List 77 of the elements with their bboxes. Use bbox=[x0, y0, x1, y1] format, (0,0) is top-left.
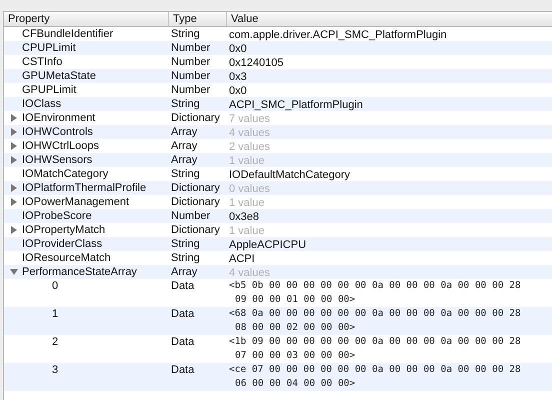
value-text: IODefaultMatchCategory bbox=[229, 169, 350, 181]
property-name: IOHWControls bbox=[22, 124, 93, 140]
triangle-right-icon[interactable] bbox=[10, 184, 18, 192]
value-summary: 2 values bbox=[229, 141, 270, 153]
value-summary: 4 values bbox=[229, 127, 270, 139]
column-header[interactable]: Value bbox=[227, 12, 552, 26]
property-name: IOMatchCategory bbox=[22, 166, 108, 182]
type-label: Number bbox=[171, 54, 210, 70]
property-name: IOHWSensors bbox=[22, 152, 92, 168]
type-label: String bbox=[171, 236, 200, 252]
property-name: IOProbeScore bbox=[22, 208, 92, 224]
data-value: <ce 07 00 00 00 00 00 00 0a 00 00 00 0a 00 00 00 28 06 00 00 04 00 00 00> bbox=[229, 363, 522, 391]
type-label: String bbox=[171, 250, 200, 266]
property-name: IOPlatformThermalProfile bbox=[22, 180, 146, 196]
value-text: 0x0 bbox=[229, 43, 247, 55]
value-summary: 4 values bbox=[229, 267, 270, 279]
type-label: Data bbox=[171, 334, 194, 350]
type-label: String bbox=[171, 96, 200, 112]
triangle-right-icon[interactable] bbox=[10, 226, 18, 234]
triangle-down-icon[interactable] bbox=[10, 268, 18, 276]
type-label: Data bbox=[171, 362, 194, 378]
column-header[interactable]: Type bbox=[169, 12, 227, 26]
type-label: Number bbox=[171, 40, 210, 56]
type-label: Array bbox=[171, 152, 198, 168]
property-name: 3 bbox=[51, 362, 58, 378]
type-label: Array bbox=[171, 124, 198, 140]
value-text: ACPI_SMC_PlatformPlugin bbox=[229, 99, 363, 111]
triangle-right-icon[interactable] bbox=[10, 114, 18, 122]
property-name: 1 bbox=[51, 306, 58, 322]
value-summary: 1 value bbox=[229, 197, 264, 209]
triangle-right-icon[interactable] bbox=[10, 198, 18, 206]
type-label: Array bbox=[171, 138, 198, 154]
value-text: 0x0 bbox=[229, 85, 247, 97]
data-value: <1b 09 00 00 00 00 00 00 0a 00 00 00 0a 00 00 00 28 07 00 00 03 00 00 00> bbox=[229, 335, 522, 363]
type-label: Dictionary bbox=[171, 180, 220, 196]
value-summary: 0 values bbox=[229, 183, 270, 195]
property-name: IOEnvironment bbox=[22, 110, 96, 126]
property-name: CSTInfo bbox=[22, 54, 62, 70]
property-name: 2 bbox=[51, 334, 58, 350]
type-label: Number bbox=[171, 82, 210, 98]
property-name: IOResourceMatch bbox=[22, 250, 111, 266]
type-label: Array bbox=[171, 264, 198, 280]
data-value: <b5 0b 00 00 00 00 00 00 0a 00 00 00 0a 00 00 00 28 09 00 00 01 00 00 00> bbox=[229, 279, 522, 307]
property-name: GPUPLimit bbox=[22, 82, 76, 98]
property-name: IOPowerManagement bbox=[22, 194, 129, 210]
column-header[interactable]: Property bbox=[4, 12, 169, 26]
value-text: 0x3 bbox=[229, 71, 247, 83]
property-name: 0 bbox=[51, 278, 58, 294]
type-label: Data bbox=[171, 278, 194, 294]
triangle-right-icon[interactable] bbox=[10, 156, 18, 164]
value-text: ACPI bbox=[229, 253, 255, 265]
property-name: PerformanceStateArray bbox=[22, 264, 137, 280]
type-label: Data bbox=[171, 306, 194, 322]
type-label: Number bbox=[171, 208, 210, 224]
type-label: String bbox=[171, 166, 200, 182]
type-label: Dictionary bbox=[171, 222, 220, 238]
property-name: CFBundleIdentifier bbox=[22, 26, 114, 42]
type-label: Dictionary bbox=[171, 194, 220, 210]
value-text: AppleACPICPU bbox=[229, 239, 306, 251]
property-name: GPUMetaState bbox=[22, 68, 96, 84]
property-name: CPUPLimit bbox=[22, 40, 76, 56]
triangle-right-icon[interactable] bbox=[10, 142, 18, 150]
type-label: String bbox=[171, 26, 200, 42]
type-label: Number bbox=[171, 68, 210, 84]
value-text: 0x1240105 bbox=[229, 57, 284, 69]
property-name: IOPropertyMatch bbox=[22, 222, 106, 238]
value-text: 0x3e8 bbox=[229, 211, 259, 223]
property-name: IOProviderClass bbox=[22, 236, 102, 252]
type-label: Dictionary bbox=[171, 110, 220, 126]
triangle-right-icon[interactable] bbox=[10, 128, 18, 136]
value-summary: 1 value bbox=[229, 155, 264, 167]
value-summary: 1 value bbox=[229, 225, 264, 237]
value-text: com.apple.driver.ACPI_SMC_PlatformPlugin bbox=[229, 29, 447, 41]
property-name: IOHWCtrlLoops bbox=[22, 138, 100, 154]
property-name: IOClass bbox=[22, 96, 62, 112]
value-summary: 7 values bbox=[229, 113, 270, 125]
data-value: <68 0a 00 00 00 00 00 00 0a 00 00 00 0a 00 00 00 28 08 00 00 02 00 00 00> bbox=[229, 307, 522, 335]
